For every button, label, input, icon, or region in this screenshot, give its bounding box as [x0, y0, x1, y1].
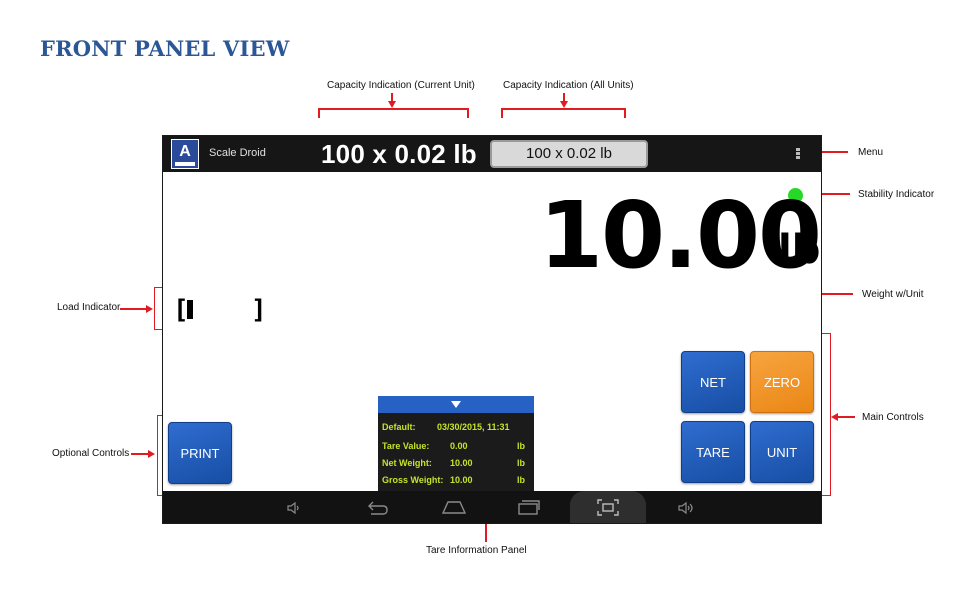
gross-weight-unit: lb [517, 475, 525, 485]
tare-panel-toggle[interactable] [378, 396, 534, 413]
app-name: Scale Droid [209, 147, 266, 159]
scale-screen: A Scale Droid 100 x 0.02 lb 100 x 0.02 l… [162, 135, 822, 524]
callout-tare-panel: Tare Information Panel [426, 545, 527, 556]
callout-weight-unit: Weight w/Unit [862, 289, 924, 300]
logo-scale-icon [175, 162, 195, 166]
tare-button[interactable]: TARE [681, 421, 745, 483]
arrow-down-icon [560, 101, 568, 108]
bracket-line [501, 108, 625, 110]
callout-load: Load Indicator [57, 302, 121, 313]
net-weight-label: Net Weight: [382, 458, 432, 468]
back-icon[interactable] [365, 500, 389, 516]
callout-capacity-current: Capacity Indication (Current Unit) [327, 80, 475, 91]
callout-line [131, 453, 148, 455]
home-icon[interactable] [441, 499, 467, 515]
triangle-down-icon [451, 401, 461, 408]
capacity-current-unit: 100 x 0.02 lb [321, 139, 477, 169]
net-weight-value: 10.00 [450, 458, 473, 468]
callout-line [818, 193, 850, 195]
app-logo-letter: A [179, 143, 191, 160]
callout-line [120, 308, 146, 310]
app-logo: A [171, 139, 199, 169]
menu-icon[interactable] [796, 148, 802, 160]
bracket-line [318, 108, 468, 110]
callout-line [837, 416, 855, 418]
net-button[interactable]: NET [681, 351, 745, 413]
top-bar: A Scale Droid 100 x 0.02 lb 100 x 0.02 l… [163, 136, 821, 172]
tare-info-panel: Default: 03/30/2015, 11:31 Tare Value: 0… [378, 396, 534, 491]
weight-unit: lb [778, 227, 821, 273]
arrow-down-icon [388, 101, 396, 108]
callout-stability: Stability Indicator [858, 189, 935, 200]
bracket-line [467, 108, 469, 118]
android-nav-bar [163, 491, 821, 523]
callout-menu: Menu [858, 147, 884, 158]
bracket-line [318, 108, 320, 118]
arrow-right-icon [148, 450, 155, 458]
volume-down-icon[interactable] [287, 501, 303, 515]
gross-weight-value: 10.00 [450, 475, 473, 485]
tare-value: 0.00 [450, 441, 468, 451]
print-button[interactable]: PRINT [168, 422, 232, 484]
callout-optional-controls: Optional Controls [52, 448, 130, 459]
bracket-line [501, 108, 503, 118]
gross-weight-label: Gross Weight: [382, 475, 444, 485]
tare-value-label: Tare Value: [382, 441, 430, 451]
tare-default-value: 03/30/2015, 11:31 [437, 422, 510, 432]
load-bracket-close: ] [251, 295, 267, 325]
net-weight-unit: lb [517, 458, 525, 468]
tare-unit: lb [517, 441, 525, 451]
load-indicator-bar [187, 300, 193, 319]
callout-main-controls: Main Controls [862, 412, 924, 423]
bracket-line [624, 108, 626, 118]
callout-line [819, 293, 853, 295]
unit-button[interactable]: UNIT [750, 421, 814, 483]
tare-default-label: Default: [382, 422, 416, 432]
arrow-right-icon [146, 305, 153, 313]
volume-up-icon[interactable] [678, 501, 696, 515]
capacity-all-units-button[interactable]: 100 x 0.02 lb [490, 140, 648, 168]
recents-icon[interactable] [517, 499, 541, 515]
screenshot-icon[interactable] [597, 499, 619, 516]
zero-button[interactable]: ZERO [750, 351, 814, 413]
page-heading: FRONT PANEL VIEW [40, 36, 290, 61]
callout-capacity-all: Capacity Indication (All Units) [503, 80, 634, 91]
